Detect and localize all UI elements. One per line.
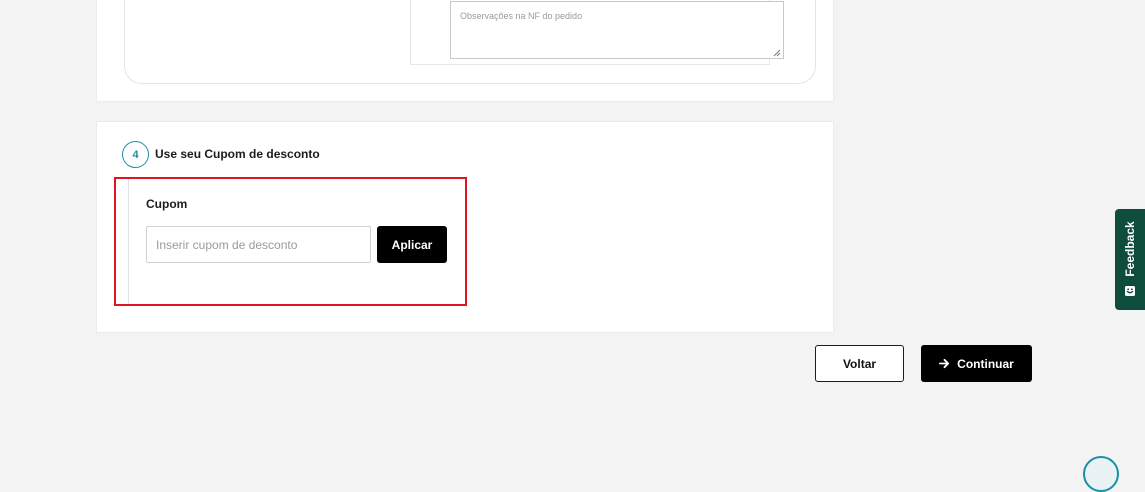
step-number-badge: 4 xyxy=(122,141,149,168)
continue-button[interactable]: Continuar xyxy=(921,345,1032,382)
feedback-icon xyxy=(1125,286,1135,296)
coupon-section-card: 4 Use seu Cupom de desconto Cupom Aplica… xyxy=(96,121,834,333)
continue-label: Continuar xyxy=(957,356,1014,371)
observations-textarea[interactable] xyxy=(450,1,784,59)
apply-coupon-button[interactable]: Aplicar xyxy=(377,226,447,263)
back-button[interactable]: Voltar xyxy=(815,345,904,382)
coupon-field-label: Cupom xyxy=(146,197,188,211)
delivery-section-card xyxy=(96,0,834,102)
feedback-label: Feedback xyxy=(1123,221,1137,277)
step-number: 4 xyxy=(132,148,139,161)
feedback-tab[interactable]: Feedback xyxy=(1115,209,1145,310)
section-title: Use seu Cupom de desconto xyxy=(155,147,320,161)
chat-widget-button[interactable] xyxy=(1083,456,1119,492)
coupon-input[interactable] xyxy=(146,226,371,263)
arrow-right-icon xyxy=(939,358,950,369)
